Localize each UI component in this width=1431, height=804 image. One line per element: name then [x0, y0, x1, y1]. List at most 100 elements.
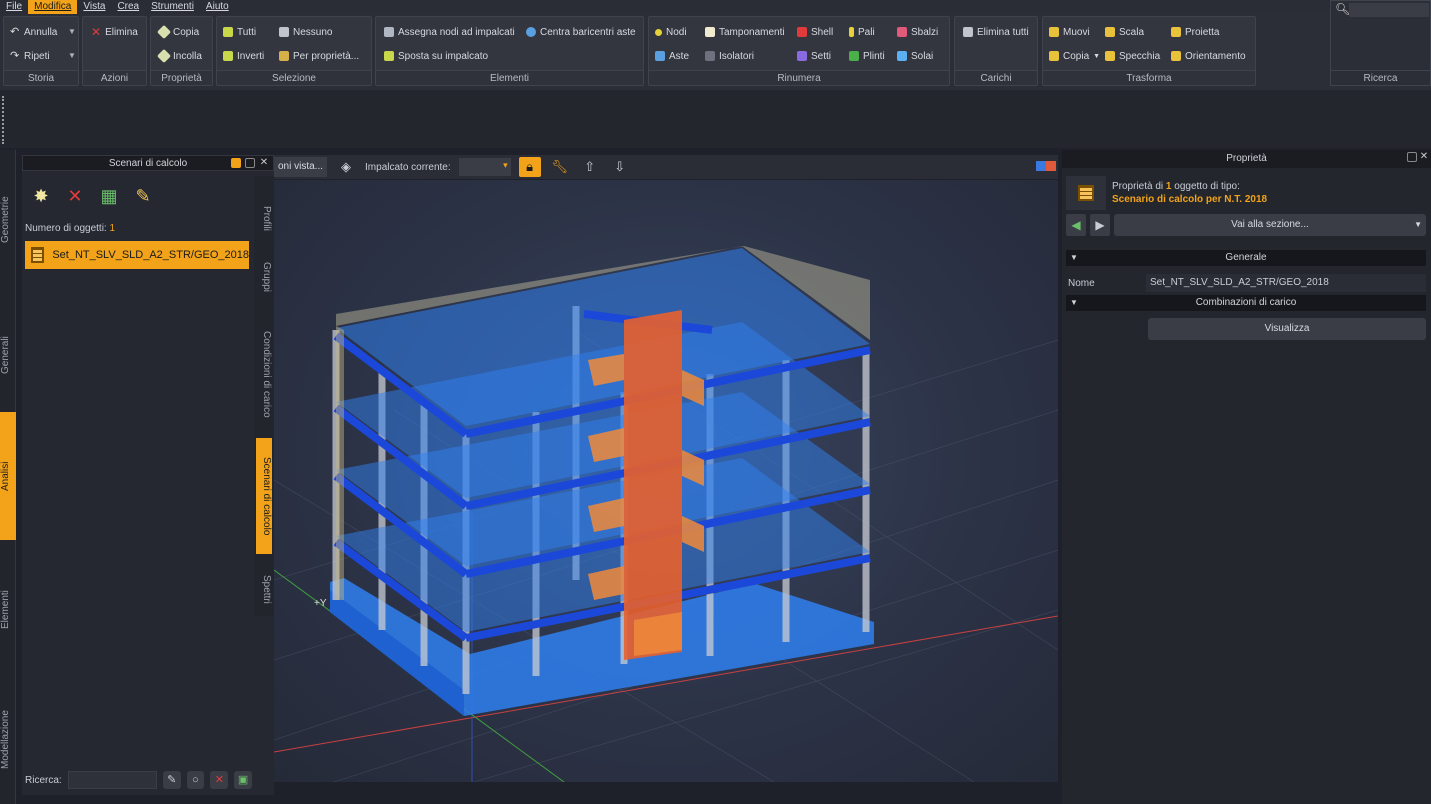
renumber-shell-button[interactable]: Shell: [797, 23, 833, 41]
group-label-ricerca: Ricerca: [1331, 70, 1430, 85]
group-label-azioni: Azioni: [83, 70, 146, 85]
back-icon[interactable]: ◀: [1066, 214, 1086, 236]
isolator-icon: [705, 51, 715, 61]
3d-viewport[interactable]: +Y: [273, 180, 1059, 783]
group-trasforma: Muovi Scala Proietta Copia ▼ Specchia Ori…: [1042, 16, 1256, 86]
lock-icon[interactable]: 🔒︎: [518, 157, 541, 177]
tab-geometrie[interactable]: Geometrie: [0, 170, 16, 270]
assign-nodes-button[interactable]: Assegna nodi ad impalcati: [384, 23, 515, 41]
count-value: 1: [109, 223, 116, 234]
property-value-nome[interactable]: Set_NT_SLV_SLD_A2_STR/GEO_2018: [1146, 274, 1426, 292]
renumber-footings-button[interactable]: Plinti: [849, 47, 885, 65]
copy-button[interactable]: Copia: [156, 23, 199, 41]
delete-icon: ✕: [91, 25, 102, 39]
tab-profili[interactable]: Profili: [256, 202, 272, 236]
tab-generali[interactable]: Generali: [0, 300, 16, 410]
project-button[interactable]: Proietta: [1171, 23, 1219, 41]
refresh-icon[interactable]: ○: [186, 771, 205, 789]
ribbon-search-input[interactable]: [1349, 3, 1429, 17]
summary-type: Scenario di calcolo per N.T. 2018: [1112, 194, 1268, 205]
menu-crea[interactable]: Crea: [111, 0, 145, 14]
select-by-property-button[interactable]: Per proprietà...: [279, 47, 359, 65]
copy-transform-dropdown-icon[interactable]: ▼: [1093, 53, 1100, 60]
copy-transform-button[interactable]: Copia ▼: [1049, 47, 1100, 65]
menu-strumenti[interactable]: Strumenti: [145, 0, 200, 14]
tab-scenari-calcolo[interactable]: Scenari di calcolo: [256, 438, 272, 554]
new-scenario-icon[interactable]: ✸: [30, 185, 52, 207]
mid-tab-strip: Profili Gruppi Condizioni di carico Scen…: [254, 176, 274, 616]
move-button[interactable]: Muovi: [1049, 23, 1090, 41]
scale-button[interactable]: Scala: [1105, 23, 1144, 41]
loads-icon: [963, 27, 973, 37]
select-all-button[interactable]: Tutti: [223, 23, 256, 41]
tab-modellazione[interactable]: Modellazione: [0, 690, 16, 790]
go-to-section-select[interactable]: Vai alla sezione... ▼: [1114, 214, 1426, 236]
view-options-button[interactable]: oni vista...: [274, 157, 328, 177]
properties-float-icon[interactable]: [1407, 152, 1417, 162]
orientation-button[interactable]: Orientamento: [1171, 47, 1246, 65]
windows-icon[interactable]: ▦: [98, 185, 120, 207]
forward-icon[interactable]: ▶: [1090, 214, 1110, 236]
section-combinazioni[interactable]: Combinazioni di carico: [1066, 295, 1426, 311]
current-floor-select[interactable]: [458, 158, 511, 176]
grip-handle[interactable]: [2, 96, 8, 144]
move-to-floor-button[interactable]: Sposta su impalcato: [384, 47, 488, 65]
panel-search-input[interactable]: [67, 771, 157, 789]
view-cube-icon[interactable]: ◈: [335, 157, 357, 177]
edit-scenario-icon[interactable]: ✎: [132, 185, 154, 207]
panel-close-icon[interactable]: ✕: [259, 158, 269, 168]
menu-modifica[interactable]: Modifica: [28, 0, 78, 14]
floor-down-icon[interactable]: ⇩: [609, 157, 631, 177]
renumber-cantilevers-button[interactable]: Sbalzi: [897, 23, 938, 41]
move-icon: [1049, 27, 1059, 37]
delete-scenario-icon[interactable]: ✕: [64, 185, 86, 207]
undo-dropdown-icon[interactable]: ▼: [68, 27, 76, 36]
scenario-name: Set_NT_SLV_SLD_A2_STR/GEO_2018: [52, 249, 249, 261]
panel-float-icon[interactable]: [245, 158, 255, 168]
renumber-walls-button[interactable]: Setti: [797, 47, 831, 65]
group-rinumera: Nodi Tamponamenti Shell Pali Sbalzi Aste…: [648, 16, 950, 86]
renumber-isolators-button[interactable]: Isolatori: [705, 47, 754, 65]
object-count: Numero di oggetti: 1: [25, 223, 115, 234]
center-icon: [526, 27, 536, 37]
clear-search-icon[interactable]: ✕: [210, 771, 229, 789]
panel-menu-icon[interactable]: [231, 158, 241, 168]
menu-vista[interactable]: Vista: [77, 0, 111, 14]
tab-spettri[interactable]: Spettri: [256, 562, 272, 616]
center-centroids-button[interactable]: Centra baricentri aste: [526, 23, 636, 41]
tab-elementi[interactable]: Elementi: [0, 560, 16, 660]
renumber-infill-button[interactable]: Tamponamenti: [705, 23, 785, 41]
search-tool-icon[interactable]: ✎: [162, 771, 181, 789]
section-generale[interactable]: Generale: [1066, 250, 1426, 266]
renumber-nodes-button[interactable]: Nodi: [655, 23, 687, 41]
tab-gruppi[interactable]: Gruppi: [256, 248, 272, 306]
visualizza-button[interactable]: Visualizza: [1148, 318, 1426, 340]
filter-icon[interactable]: ▣: [234, 771, 253, 789]
paste-button[interactable]: Incolla: [156, 47, 202, 65]
floor-up-icon[interactable]: ⇧: [579, 157, 601, 177]
current-floor-label: Impalcato corrente:: [365, 161, 451, 173]
wall-icon: [797, 51, 807, 61]
search-icon: 🔍︎: [1335, 2, 1351, 16]
tab-condizioni-carico[interactable]: Condizioni di carico: [256, 316, 272, 432]
delete-all-loads-button[interactable]: Elimina tutti: [963, 23, 1029, 41]
group-elementi: Assegna nodi ad impalcati Centra baricen…: [375, 16, 644, 86]
invert-selection-button[interactable]: Inverti: [223, 47, 264, 65]
menu-aiuto[interactable]: Aiuto: [200, 0, 235, 14]
wrench-icon[interactable]: 🔧︎: [549, 157, 571, 177]
redo-button[interactable]: ↷ Ripeti: [10, 47, 50, 65]
properties-close-icon[interactable]: ✕: [1419, 152, 1429, 162]
mirror-button[interactable]: Specchia: [1105, 47, 1160, 65]
renumber-beams-button[interactable]: Aste: [655, 47, 689, 65]
delete-button[interactable]: ✕ Elimina: [91, 23, 138, 41]
menu-file[interactable]: File: [0, 0, 28, 14]
redo-dropdown-icon[interactable]: ▼: [68, 51, 76, 60]
viewport-maximize-icon[interactable]: [1036, 161, 1046, 171]
tab-analisi[interactable]: Analisi: [0, 412, 16, 540]
viewport-close-icon[interactable]: [1046, 161, 1056, 171]
select-none-button[interactable]: Nessuno: [279, 23, 332, 41]
renumber-piles-button[interactable]: Pali: [849, 23, 875, 41]
scenario-list-item[interactable]: Set_NT_SLV_SLD_A2_STR/GEO_2018: [25, 241, 249, 269]
renumber-slabs-button[interactable]: Solai: [897, 47, 933, 65]
undo-button[interactable]: ↶ Annulla: [10, 23, 57, 41]
